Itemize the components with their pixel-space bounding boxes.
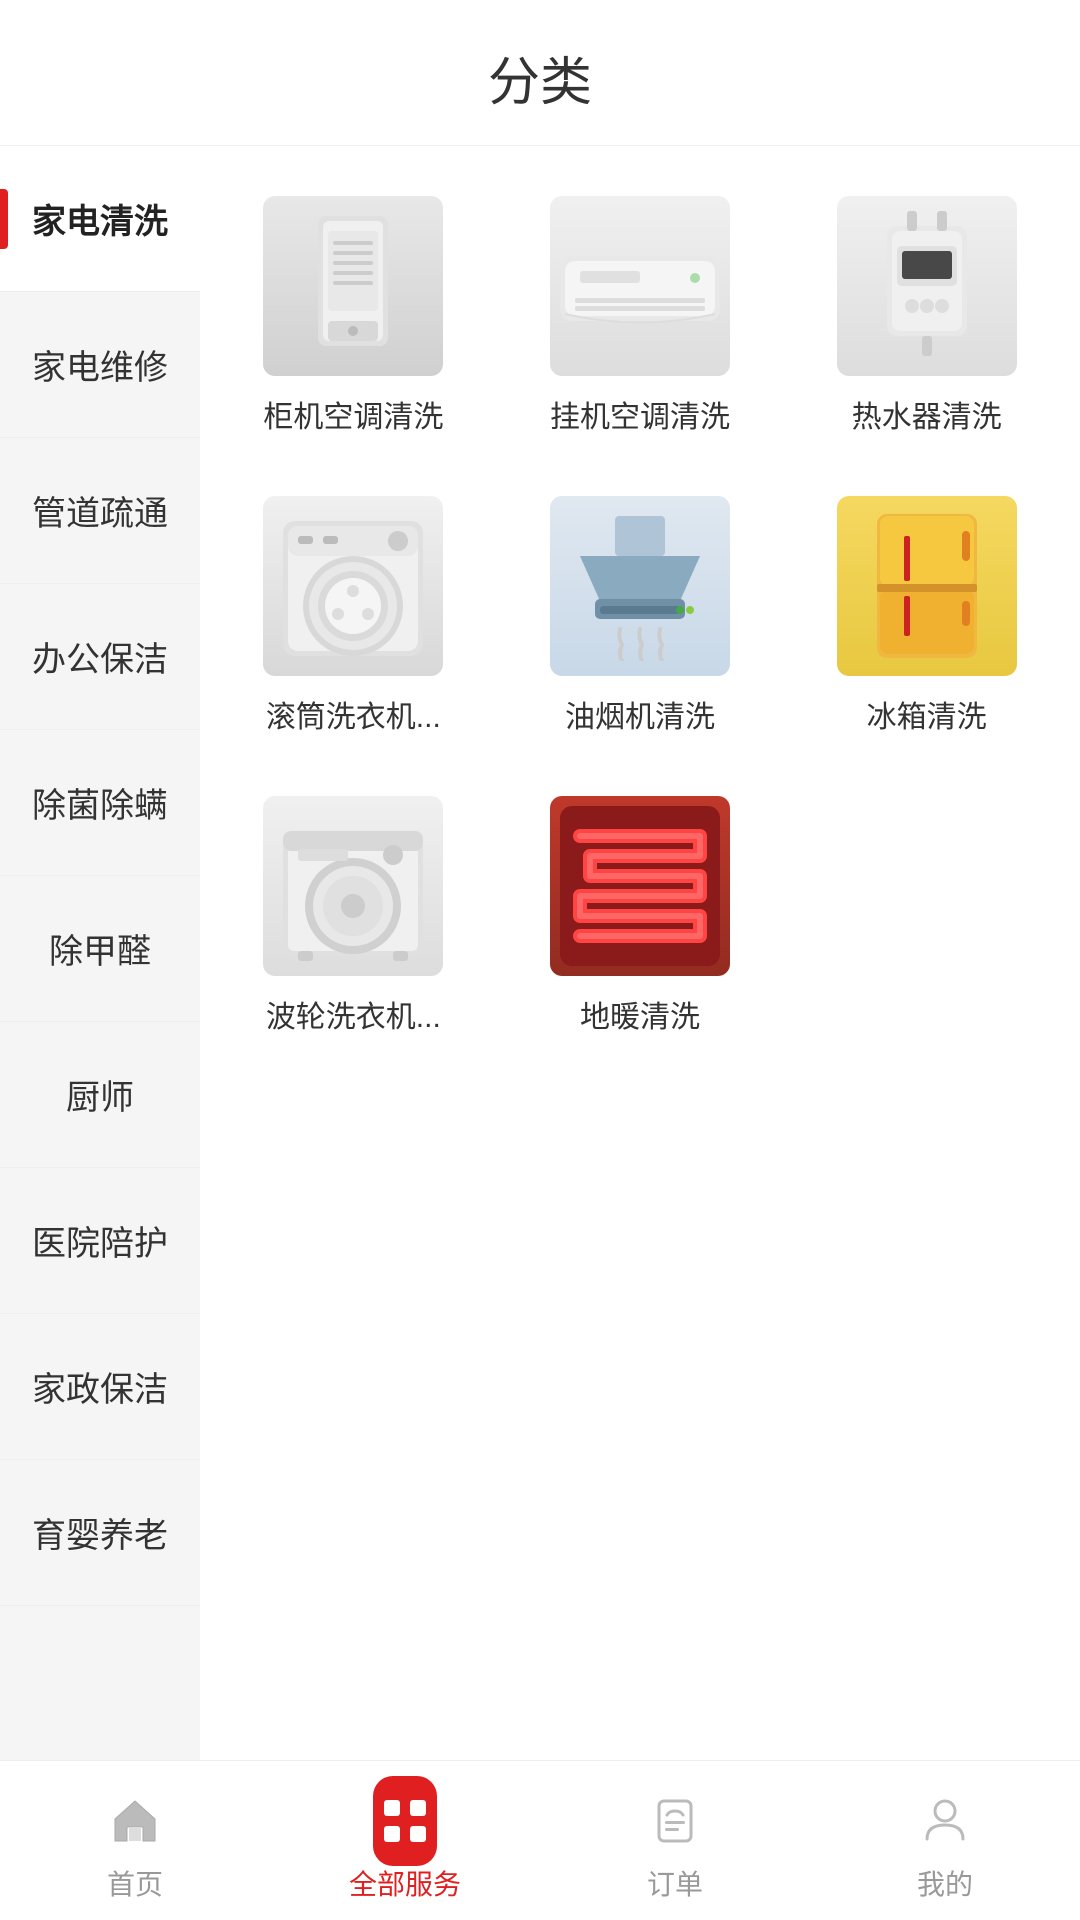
service-label-fridge: 冰箱清洗: [867, 692, 987, 736]
nav-item-all-services[interactable]: 全部服务: [270, 1779, 540, 1903]
page-header: 分类: [0, 0, 1080, 146]
drum-washer-icon: [263, 496, 443, 676]
bottom-nav: 首页 全部服务 订单: [0, 1760, 1080, 1920]
range-hood-icon: [550, 496, 730, 676]
wall-ac-icon: [550, 196, 730, 376]
service-item-wave-washer[interactable]: 波轮洗衣机...: [220, 776, 487, 1056]
home-icon: [103, 1789, 167, 1853]
sidebar-item-chushi[interactable]: 厨师: [0, 1022, 200, 1168]
service-item-water-heater[interactable]: 热水器清洗: [793, 176, 1060, 456]
service-label-drum-washer: 滚筒洗衣机...: [266, 692, 441, 736]
nav-item-orders[interactable]: 订单: [540, 1779, 810, 1903]
service-label-water-heater: 热水器清洗: [852, 392, 1002, 436]
nav-label-mine: 我的: [917, 1863, 973, 1903]
service-item-range-hood[interactable]: 油烟机清洗: [507, 476, 774, 756]
fridge-icon: [837, 496, 1017, 676]
service-label-floor-heat: 地暖清洗: [580, 992, 700, 1036]
service-label-wave-washer: 波轮洗衣机...: [266, 992, 441, 1036]
main-content: 家电清洗 家电维修 管道疏通 办公保洁 除菌除螨 除甲醛 厨师 医院陪护 家政保…: [0, 146, 1080, 1776]
sidebar-item-yuying-yanglao[interactable]: 育婴养老: [0, 1460, 200, 1606]
water-heater-icon: [837, 196, 1017, 376]
wave-washer-icon: [263, 796, 443, 976]
sidebar-item-jiadian-qingxi[interactable]: 家电清洗: [0, 146, 200, 292]
sidebar: 家电清洗 家电维修 管道疏通 办公保洁 除菌除螨 除甲醛 厨师 医院陪护 家政保…: [0, 146, 200, 1776]
sidebar-item-chu-jiaquan[interactable]: 除甲醛: [0, 876, 200, 1022]
service-item-drum-washer[interactable]: 滚筒洗衣机...: [220, 476, 487, 756]
nav-label-all-services: 全部服务: [349, 1863, 461, 1903]
page-title: 分类: [488, 54, 592, 112]
nav-label-home: 首页: [107, 1863, 163, 1903]
service-label-cabinet-ac: 柜机空调清洗: [263, 392, 443, 436]
mine-icon: [913, 1789, 977, 1853]
sidebar-item-bangong-baojie[interactable]: 办公保洁: [0, 584, 200, 730]
service-label-range-hood: 油烟机清洗: [565, 692, 715, 736]
service-label-wall-ac: 挂机空调清洗: [550, 392, 730, 436]
sidebar-item-jiadian-weixiu[interactable]: 家电维修: [0, 292, 200, 438]
nav-item-home[interactable]: 首页: [0, 1779, 270, 1903]
service-item-wall-ac[interactable]: 挂机空调清洗: [507, 176, 774, 456]
sidebar-item-guandao-shutong[interactable]: 管道疏通: [0, 438, 200, 584]
service-item-floor-heat[interactable]: 地暖清洗: [507, 776, 774, 1056]
orders-icon: [643, 1789, 707, 1853]
service-item-cabinet-ac[interactable]: 柜机空调清洗: [220, 176, 487, 456]
nav-item-mine[interactable]: 我的: [810, 1779, 1080, 1903]
service-item-fridge[interactable]: 冰箱清洗: [793, 476, 1060, 756]
sidebar-item-chujun-chuman[interactable]: 除菌除螨: [0, 730, 200, 876]
all-services-icon: [373, 1789, 437, 1853]
nav-label-orders: 订单: [647, 1863, 703, 1903]
service-grid: 柜机空调清洗 挂机空调清洗: [200, 146, 1080, 1776]
all-services-center-btn: [373, 1776, 437, 1866]
sidebar-item-jiawu-baojie[interactable]: 家政保洁: [0, 1314, 200, 1460]
floor-heat-icon: [550, 796, 730, 976]
cabinet-ac-icon: [263, 196, 443, 376]
sidebar-item-yiyuan-peihuan[interactable]: 医院陪护: [0, 1168, 200, 1314]
